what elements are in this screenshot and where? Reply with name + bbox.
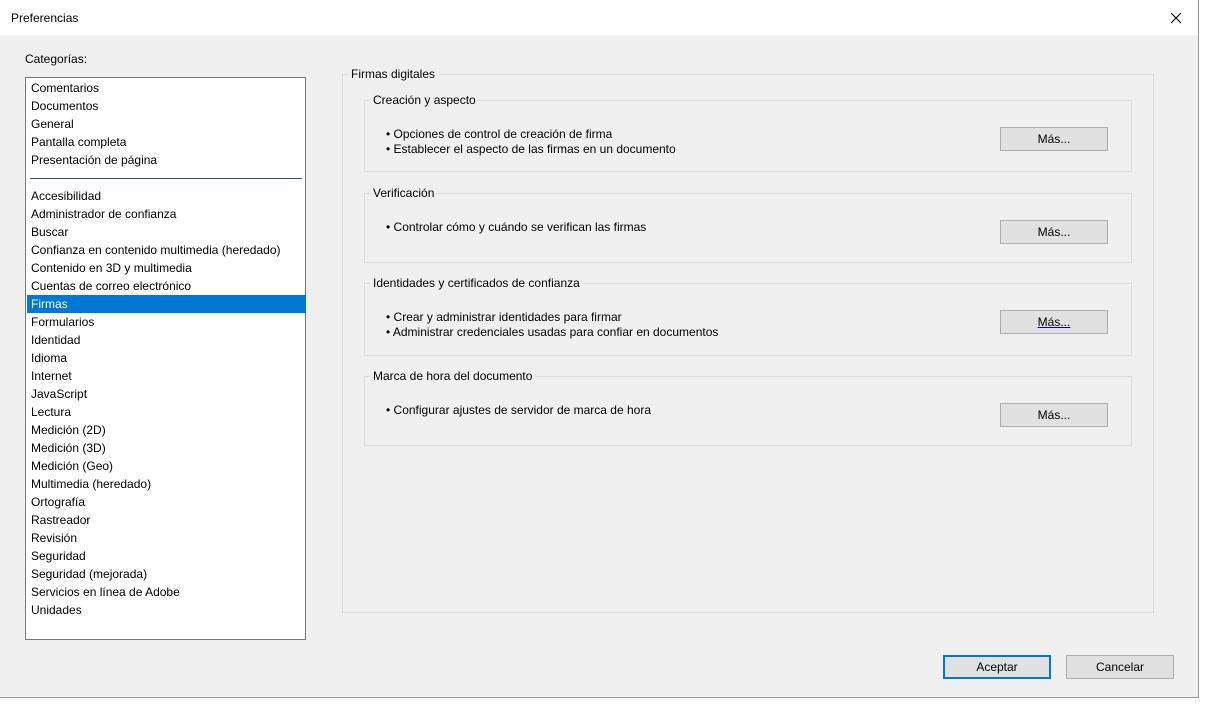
group-title: Firmas digitales (348, 67, 439, 81)
category-separator (30, 178, 302, 179)
section-bullet: • Establecer el aspecto de las firmas en… (386, 142, 676, 156)
category-item[interactable]: Accesibilidad (27, 187, 306, 205)
category-item[interactable]: Formularios (27, 313, 306, 331)
category-item[interactable]: Multimedia (heredado) (27, 475, 306, 493)
category-item[interactable]: Administrador de confianza (27, 205, 306, 223)
timestamp-more-button[interactable]: Más... (1000, 403, 1108, 427)
categories-list[interactable]: Comentarios Documentos General Pantalla com… (25, 77, 306, 640)
section-bullet: • Opciones de control de creación de fir… (386, 127, 613, 141)
category-item[interactable]: Internet (27, 367, 306, 385)
button-label: Más... (1037, 225, 1071, 239)
preferences-dialog: Preferencias Categorías: Comentarios Docu… (0, 0, 1199, 698)
section-verification: Verificación • Controlar cómo y cuándo s… (364, 186, 1132, 263)
button-label: Más... (1037, 408, 1071, 422)
ok-button[interactable]: Aceptar (943, 655, 1051, 679)
category-item[interactable]: Contenido en 3D y multimedia (27, 259, 306, 277)
category-item[interactable]: Presentación de página (27, 151, 306, 169)
category-item[interactable]: Pantalla completa (27, 133, 306, 151)
section-timestamp: Marca de hora del documento • Configurar… (364, 369, 1132, 446)
close-icon (1170, 12, 1182, 23)
button-label: Aceptar (976, 660, 1018, 674)
category-item[interactable]: Unidades (27, 601, 306, 619)
category-item[interactable]: Rastreador (27, 511, 306, 529)
close-button[interactable] (1154, 0, 1198, 35)
category-item[interactable]: Ortografía (27, 493, 306, 511)
category-item[interactable]: Medición (3D) (27, 439, 306, 457)
section-title: Creación y aspecto (370, 93, 479, 107)
button-label: Más... (1037, 132, 1071, 146)
category-item[interactable]: Medición (2D) (27, 421, 306, 439)
section-bullet: • Crear y administrar identidades para f… (386, 310, 622, 324)
section-bullet: • Configurar ajustes de servidor de marc… (386, 403, 652, 417)
category-item[interactable]: Comentarios (27, 79, 306, 97)
section-identities: Identidades y certificados de confianza … (364, 276, 1132, 356)
category-item[interactable]: Seguridad (27, 547, 306, 565)
category-item[interactable]: Servicios en línea de Adobe (27, 583, 306, 601)
category-item[interactable]: Documentos (27, 97, 306, 115)
button-label: Cancelar (1095, 660, 1145, 674)
identities-more-button[interactable]: Más... (1000, 310, 1108, 334)
category-item[interactable]: Idioma (27, 349, 306, 367)
category-item[interactable]: General (27, 115, 306, 133)
category-item[interactable]: Lectura (27, 403, 306, 421)
section-title: Verificación (370, 186, 438, 200)
cancel-button[interactable]: Cancelar (1066, 655, 1174, 679)
category-item[interactable]: Medición (Geo) (27, 457, 306, 475)
window-title: Preferencias (11, 11, 79, 25)
verification-more-button[interactable]: Más... (1000, 220, 1108, 244)
category-item[interactable]: Confianza en contenido multimedia (hered… (27, 241, 306, 259)
category-item[interactable]: Cuentas de correo electrónico (27, 277, 306, 295)
button-label: Más... (1037, 315, 1071, 329)
creation-more-button[interactable]: Más... (1000, 127, 1108, 151)
section-title: Marca de hora del documento (370, 369, 536, 383)
categories-label: Categorías: (25, 52, 88, 66)
category-item[interactable]: Buscar (27, 223, 306, 241)
section-bullet: • Administrar credenciales usadas para c… (386, 325, 719, 339)
section-creation-appearance: Creación y aspecto • Opciones de control… (364, 93, 1132, 172)
category-item[interactable]: JavaScript (27, 385, 306, 403)
category-item[interactable]: Firmas (27, 295, 306, 313)
title-bar: Preferencias (0, 0, 1198, 35)
category-item[interactable]: Seguridad (mejorada) (27, 565, 306, 583)
category-item[interactable]: Identidad (27, 331, 306, 349)
section-title: Identidades y certificados de confianza (370, 276, 583, 290)
category-item[interactable]: Revisión (27, 529, 306, 547)
section-bullet: • Controlar cómo y cuándo se verifican l… (386, 220, 647, 234)
